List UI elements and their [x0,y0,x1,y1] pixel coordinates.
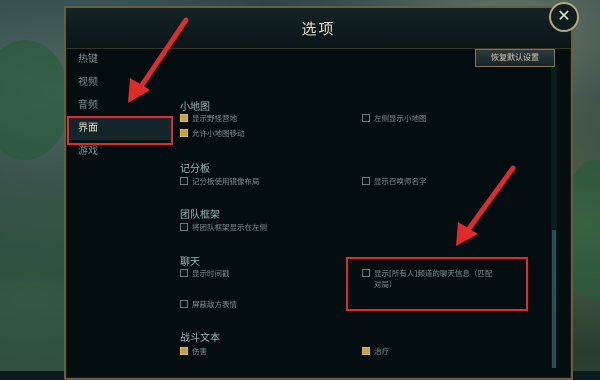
arrow-to-interface [128,17,189,103]
arrow-to-all-chat [456,165,516,246]
annotation-arrows [128,17,516,246]
